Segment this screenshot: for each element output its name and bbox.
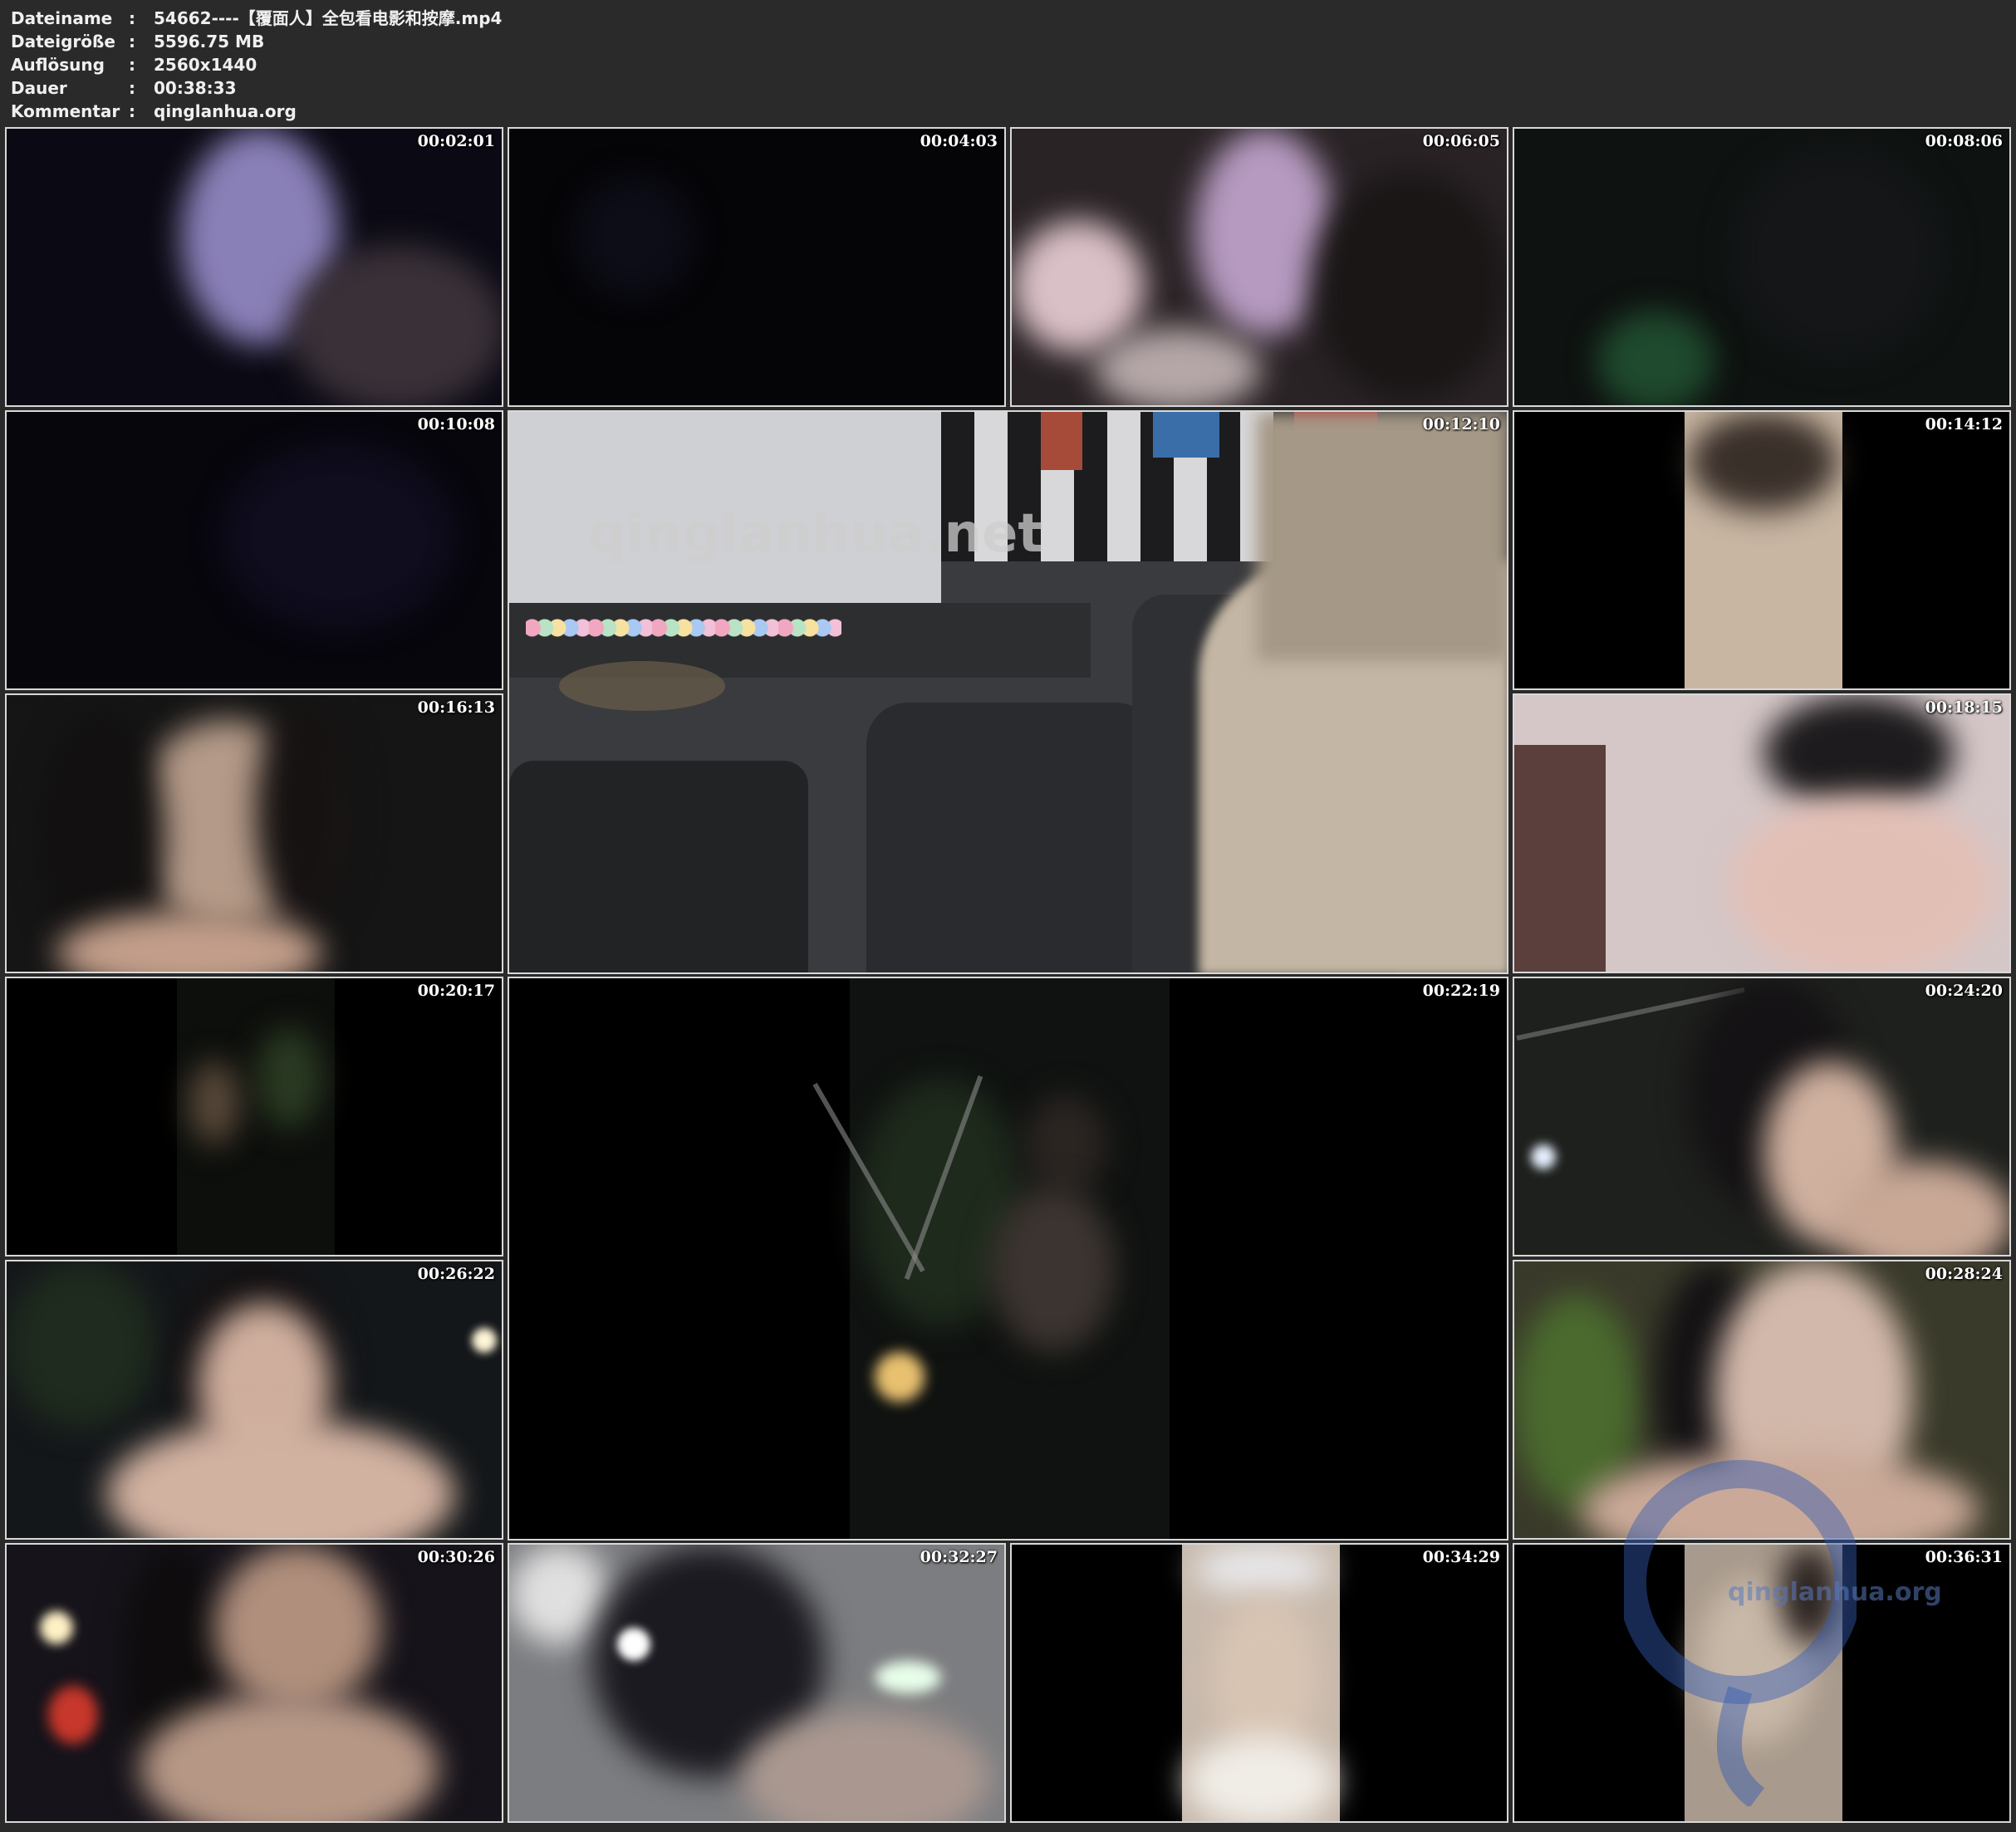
video-thumbnail[interactable]: 00:02:01 [5,127,503,407]
watermark-logo-text: qinglanhua.org [1728,1578,1942,1607]
thumbnail-timestamp: 00:20:17 [417,982,495,1000]
thumbnail-timestamp: 00:26:22 [417,1265,495,1283]
thumbnail-grid: 00:02:01 00:04:03 00:06:05 00:08:06 00:1… [0,0,2016,1832]
thumbnail-timestamp: 00:10:08 [417,415,495,434]
thumbnail-timestamp: 00:12:10 [1422,415,1500,434]
video-thumbnail[interactable]: 00:28:24 [1513,1260,2011,1540]
thumbnail-timestamp: 00:30:26 [417,1548,495,1566]
thumbnail-timestamp: 00:08:06 [1925,132,2003,150]
video-thumbnail[interactable]: qinglanhua.net 00:12:10 [508,410,1508,974]
video-thumbnail[interactable]: 00:18:15 [1513,693,2011,973]
thumbnail-timestamp: 00:28:24 [1925,1265,2003,1283]
thumbnail-timestamp: 00:32:27 [920,1548,998,1566]
thumbnail-timestamp: 00:02:01 [417,132,495,150]
thumbnail-timestamp: 00:36:31 [1925,1548,2003,1566]
thumbnail-timestamp: 00:24:20 [1925,982,2003,1000]
thumbnail-timestamp: 00:04:03 [920,132,998,150]
video-thumbnail[interactable]: 00:06:05 [1010,127,1508,407]
video-thumbnail[interactable]: 00:22:19 [508,977,1508,1541]
video-thumbnail[interactable]: 00:14:12 [1513,410,2011,690]
video-thumbnail[interactable]: 00:08:06 [1513,127,2011,407]
video-thumbnail[interactable]: 00:04:03 [508,127,1006,407]
thumbnail-timestamp: 00:22:19 [1422,982,1500,1000]
thumbnail-timestamp: 00:14:12 [1925,415,2003,434]
video-thumbnail[interactable]: 00:34:29 [1010,1543,1508,1823]
thumbnail-timestamp: 00:06:05 [1422,132,1500,150]
video-thumbnail[interactable]: 00:16:13 [5,693,503,973]
video-thumbnail[interactable]: 00:30:26 [5,1543,503,1823]
video-thumbnail[interactable]: 00:32:27 [508,1543,1006,1823]
video-thumbnail[interactable]: 00:20:17 [5,977,503,1256]
thumbnail-timestamp: 00:16:13 [417,698,495,717]
watermark-text: qinglanhua.net [588,503,1043,565]
thumbnail-timestamp: 00:18:15 [1925,698,2003,717]
video-thumbnail[interactable]: 00:24:20 [1513,977,2011,1256]
thumbnail-timestamp: 00:34:29 [1422,1548,1500,1566]
video-thumbnail[interactable]: 00:10:08 [5,410,503,690]
video-thumbnail[interactable]: 00:26:22 [5,1260,503,1540]
